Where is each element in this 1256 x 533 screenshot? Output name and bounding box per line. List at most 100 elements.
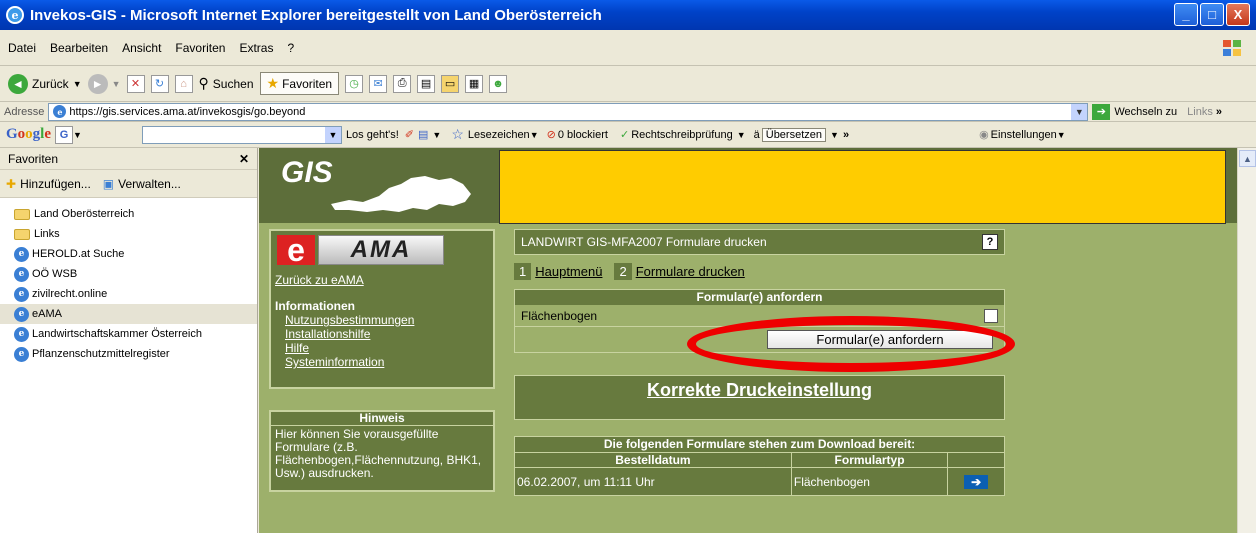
link-hilfe[interactable]: Hilfe [285,341,414,355]
menu-favoriten[interactable]: Favoriten [175,41,225,55]
address-label: Adresse [4,105,45,118]
menu-bearbeiten[interactable]: Bearbeiten [50,41,108,55]
window-title: Invekos-GIS - Microsoft Internet Explore… [30,6,602,24]
chevron-down-icon[interactable]: ▼ [1071,103,1088,120]
research-icon[interactable]: ▦ [465,74,484,93]
close-button[interactable]: X [1226,3,1250,26]
history-icon[interactable]: ◷ [345,74,364,93]
ama-logo-text: AMA [318,235,444,265]
chevron-down-icon[interactable]: ▼ [432,130,441,140]
chevron-right-icon[interactable]: » [843,129,849,141]
back-button[interactable]: ◄ Zurück ▼ [8,73,82,94]
menu-datei[interactable]: Datei [8,41,36,55]
address-input[interactable]: e https://gis.services.ama.at/invekosgis… [48,102,1089,121]
google-search-button[interactable]: Los geht's! [346,129,399,141]
chevron-down-icon[interactable]: ▼ [73,130,82,140]
ama-panel: e AMA Zurück zu eAMA Informationen Nutzu… [269,229,495,389]
page-icon: e [14,286,29,302]
refresh-icon[interactable]: ↻ [150,74,169,93]
sidebar-item-label: HEROLD.at Suche [32,248,125,260]
stop-icon[interactable]: ✕ [126,74,145,93]
translate-icon: ä [753,128,760,141]
manage-icon: ▣ [102,176,115,191]
vertical-scrollbar[interactable]: ▲ [1237,148,1256,533]
sidebar-item-lk-oesterreich[interactable]: e Landwirtschaftskammer Österreich [0,324,257,344]
minimize-button[interactable]: _ [1174,3,1198,26]
star-outline-icon[interactable]: ☆ [451,126,464,143]
spellcheck-button[interactable]: Rechtschreibprüfung [631,129,733,141]
add-favorite-icon: ✚ [6,176,17,191]
menu-extras[interactable]: Extras [239,41,273,55]
manage-favorites-button[interactable]: ▣ Verwalten... [103,177,181,191]
col-bestelldatum: Bestelldatum [515,453,792,467]
sidebar-item-herold[interactable]: e HEROLD.at Suche [0,244,257,264]
mail-icon[interactable]: ✉ [369,74,388,93]
search-button[interactable]: ⚲ Suchen [199,75,254,92]
favorites-button[interactable]: ★ Favoriten [259,72,340,95]
close-icon[interactable]: ✕ [239,152,249,166]
help-icon[interactable]: ? [982,234,998,250]
folder-icon[interactable]: ▭ [441,74,460,93]
settings-button[interactable]: Einstellungen [991,129,1057,141]
print-settings-link[interactable]: Korrekte Druckeinstellung [515,380,1004,401]
links-button[interactable]: Links [1187,106,1213,118]
link-nutzungsbestimmungen[interactable]: Nutzungsbestimmungen [285,313,414,327]
chevron-down-icon[interactable]: ▼ [737,130,746,140]
print-icon[interactable]: ⎙ [393,74,412,93]
chevron-down-icon: ▼ [529,129,539,140]
menu-ansicht[interactable]: Ansicht [122,41,161,55]
download-arrow-icon[interactable]: ➔ [964,474,989,489]
sidebar-item-land-ooe[interactable]: Land Oberösterreich [0,204,257,224]
print-settings-panel: Korrekte Druckeinstellung [514,375,1005,420]
chevron-down-icon[interactable]: ▼ [830,130,839,140]
sidebar-item-links[interactable]: Links [0,224,257,244]
news-icon[interactable]: ▤ [418,128,428,141]
downloads-columns: Bestelldatum Formulartyp [515,452,1004,467]
menu-help[interactable]: ? [287,41,294,55]
sidebar-item-label: Pflanzenschutzmittelregister [32,348,170,360]
downloads-header: Die folgenden Formulare stehen zum Downl… [515,437,1004,452]
info-title: Informationen [275,299,355,313]
web-content: GIS e AMA Zurück zu eAMA Informationen N… [259,148,1237,533]
popup-blocked-button[interactable]: 0 blockiert [558,129,608,141]
chevron-down-icon: ▼ [1056,129,1066,140]
link-systeminformation[interactable]: Systeminformation [285,355,414,369]
bookmarks-button[interactable]: Lesezeichen [468,129,530,141]
sidebar-item-zivilrecht[interactable]: e zivilrecht.online [0,284,257,304]
add-label: Hinzufügen... [20,176,91,191]
edit-icon[interactable]: ▤ [417,74,436,93]
window-titlebar: e Invekos-GIS - Microsoft Internet Explo… [0,0,1256,30]
back-to-eama-link[interactable]: Zurück zu eAMA [275,273,364,287]
sidebar-item-ooe-wsb[interactable]: e OÖ WSB [0,264,257,284]
gis-header-band: GIS [259,148,1237,224]
favorites-sidebar: Favoriten ✕ ✚ Hinzufügen... ▣ Verwalten.… [0,148,258,533]
hinweis-title: Hinweis [271,412,493,426]
messenger-icon[interactable]: ☻ [489,74,508,93]
add-favorite-button[interactable]: ✚ Hinzufügen... [6,177,91,191]
maximize-button[interactable]: □ [1200,3,1224,26]
forward-button[interactable]: ► ▼ [87,73,121,94]
sidebar-item-pflanzenschutz[interactable]: e Pflanzenschutzmittelregister [0,344,257,364]
chevron-right-icon[interactable]: » [1216,106,1222,118]
link-installationshilfe[interactable]: Installationshilfe [285,327,414,341]
home-icon[interactable]: ⌂ [174,74,193,93]
popup-blocker-icon: ⊘ [546,129,556,141]
step-hauptmenue-link[interactable]: Hauptmenü [535,264,602,279]
hinweis-text: Hier können Sie vorausgefüllte Formulare… [275,427,482,480]
highlight-icon[interactable]: ✐ [405,128,414,141]
scroll-up-icon[interactable]: ▲ [1239,150,1256,167]
sidebar-item-eama[interactable]: e eAMA [0,304,257,324]
step-formulare-link[interactable]: Formulare drucken [636,264,745,279]
e-logo-icon: e [277,234,315,266]
ama-logo: e AMA [277,234,444,266]
go-button[interactable]: Wechseln zu [1114,106,1177,118]
chevron-down-icon[interactable]: ▼ [324,126,341,143]
google-menu-icon[interactable]: G [55,125,74,144]
google-search-input[interactable]: ▼ [141,125,342,144]
search-icon: ⚲ [198,75,209,91]
flaechenbogen-checkbox[interactable] [984,309,998,323]
go-arrow-icon[interactable]: ➔ [1092,103,1111,120]
step-number: 1 [514,263,532,280]
col-formulartyp: Formulartyp [792,453,949,467]
translate-button[interactable]: Übersetzen [761,127,827,142]
